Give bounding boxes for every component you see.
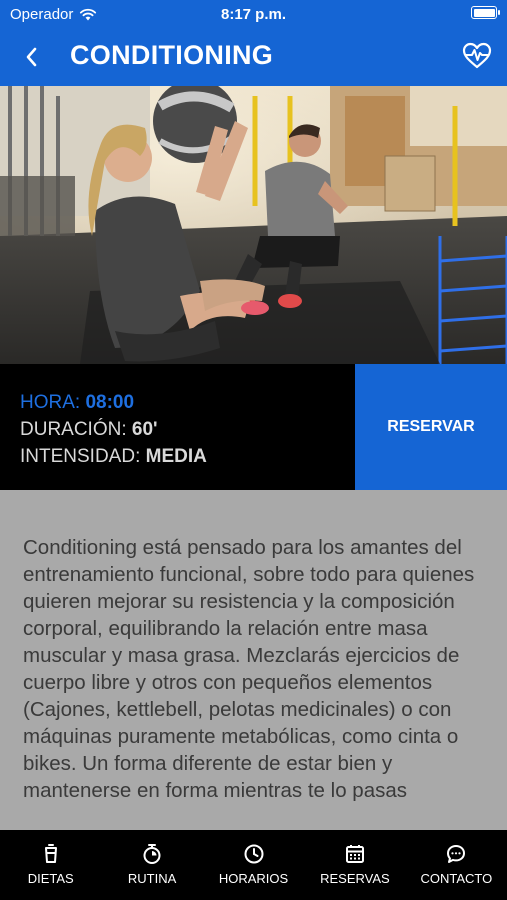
status-time: 8:17 p.m. <box>220 6 287 23</box>
stopwatch-icon <box>143 844 161 864</box>
tab-label: RESERVAS <box>320 871 390 886</box>
class-info-panel: HORA: 08:00 DURACIÓN: 60' INTENSIDAD: ME… <box>0 364 355 490</box>
tab-label: DIETAS <box>27 871 74 886</box>
class-photo-illustration <box>0 86 507 364</box>
reserve-button[interactable]: RESERVAR <box>355 364 507 490</box>
duracion-row: DURACIÓN: 60' <box>20 419 158 441</box>
tab-label: HORARIOS <box>218 871 289 886</box>
tab-rutina[interactable]: RUTINA <box>101 830 202 900</box>
intensidad-value: MEDIA <box>145 446 207 467</box>
hora-row: HORA: 08:00 <box>20 392 134 414</box>
tab-horarios[interactable]: HORARIOS <box>203 830 304 900</box>
class-description: Conditioning está pensado para los amant… <box>23 536 475 802</box>
status-bar: Operador 8:17 p.m. <box>0 0 507 28</box>
tab-label: RUTINA <box>127 871 177 886</box>
hora-label: HORA: <box>20 392 81 413</box>
duracion-value: 60' <box>131 419 158 440</box>
tab-label: CONTACTO <box>420 871 493 886</box>
tab-reservas[interactable]: RESERVAS <box>304 830 405 900</box>
calendar-icon <box>345 845 364 863</box>
class-photo <box>0 86 507 364</box>
heart-pulse-icon[interactable] <box>461 40 493 72</box>
chat-bubble-icon <box>447 845 466 863</box>
navigation-bar: CONDITIONING <box>0 30 507 84</box>
tab-bar: DIETAS RUTINA HORARIOS RESERVAS CONTACTO <box>0 830 507 900</box>
intensidad-label: INTENSIDAD: <box>20 446 141 467</box>
battery-icon <box>471 6 500 19</box>
tab-dietas[interactable]: DIETAS <box>0 830 101 900</box>
tab-contacto[interactable]: CONTACTO <box>406 830 507 900</box>
clock-icon <box>244 844 264 864</box>
cup-icon <box>44 844 57 863</box>
chevron-left-icon <box>26 47 37 67</box>
hora-value: 08:00 <box>85 392 135 413</box>
app-header: Operador 8:17 p.m. CONDITIONING <box>0 0 507 86</box>
duracion-label: DURACIÓN: <box>20 419 127 440</box>
back-button[interactable] <box>18 42 44 72</box>
intensidad-row: INTENSIDAD: MEDIA <box>20 446 207 468</box>
page-title: CONDITIONING <box>70 40 274 70</box>
